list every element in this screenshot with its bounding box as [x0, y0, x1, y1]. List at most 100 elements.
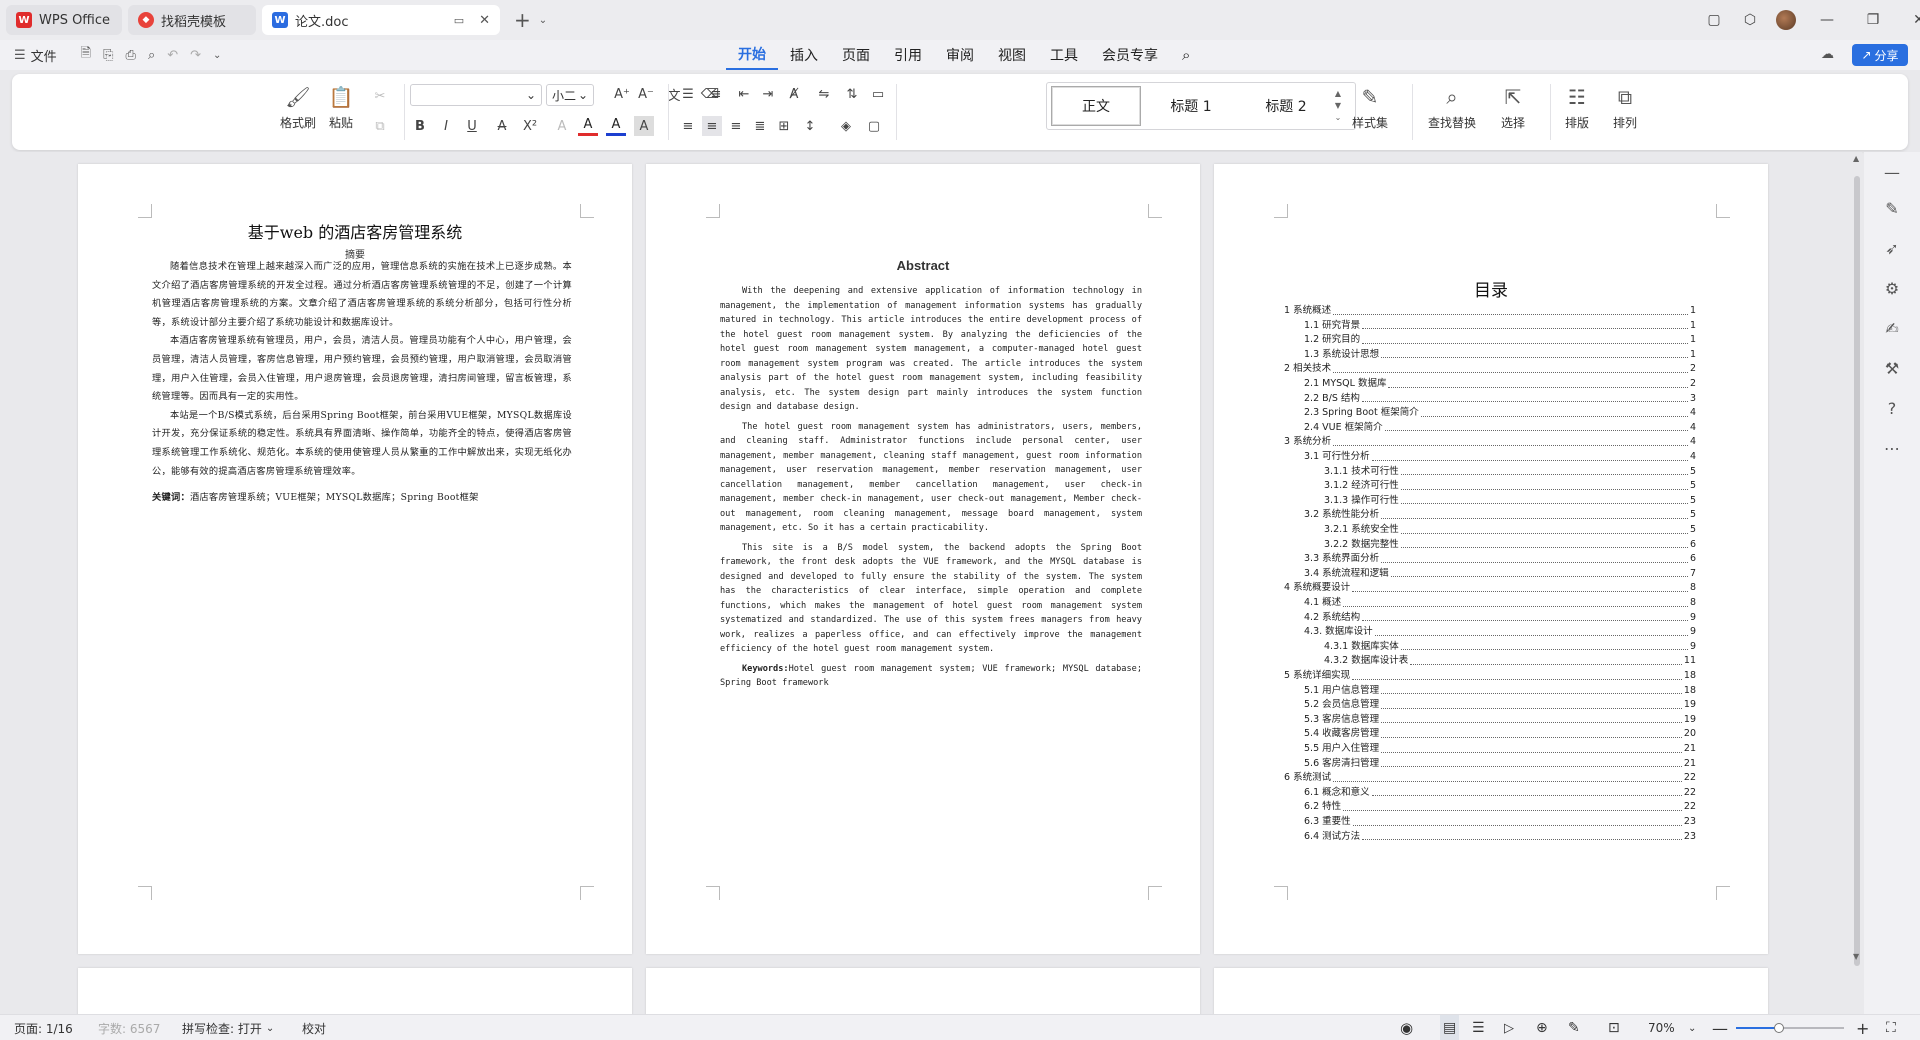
new-tab-icon[interactable]: + [514, 8, 531, 32]
tab-vip[interactable]: 会员专享 [1090, 40, 1170, 70]
page-2[interactable]: Abstract With the deepening and extensiv… [646, 164, 1200, 954]
style-heading-1[interactable]: 标题 1 [1141, 86, 1241, 126]
font-color-icon[interactable]: A [606, 116, 626, 136]
toc-entry[interactable]: 6 系统测试 22 [1284, 771, 1696, 786]
vertical-scrollbar[interactable]: ▲ ▼ [1852, 152, 1862, 1014]
numbered-list-icon[interactable]: ≡ [706, 84, 726, 104]
search-icon[interactable]: ⌕ [1170, 40, 1202, 70]
toc-entry[interactable]: 4.3.1 数据库实体 9 [1324, 640, 1696, 655]
paste-button[interactable]: 📋 粘贴 [328, 84, 354, 131]
toc-entry[interactable]: 3.1 可行性分析 4 [1304, 450, 1696, 465]
restore-tabs-icon[interactable]: ▢ [1696, 0, 1732, 40]
toc-entry[interactable]: 5.3 客房信息管理 19 [1304, 713, 1696, 728]
align-center-icon[interactable]: ≡ [702, 116, 722, 136]
tab-page[interactable]: 页面 [830, 40, 882, 70]
toc-entry[interactable]: 3.1.2 经济可行性 5 [1324, 479, 1696, 494]
toc-entry[interactable]: 1 系统概述 1 [1284, 304, 1696, 319]
shrink-font-icon[interactable]: A⁻ [636, 84, 656, 104]
tab-view[interactable]: 视图 [986, 40, 1038, 70]
style-set-button[interactable]: ✎ 样式集 [1352, 84, 1388, 131]
toc-entry[interactable]: 4 系统概要设计 8 [1284, 581, 1696, 596]
strikethrough-icon[interactable]: A [492, 116, 512, 136]
outline-view-icon[interactable]: ☰ [1472, 1015, 1485, 1040]
toc-entry[interactable]: 2.4 VUE 框架简介 4 [1304, 421, 1696, 436]
arrange-button[interactable]: ⧉ 排列 [1612, 84, 1638, 131]
fit-page-icon[interactable]: ⊡ [1608, 1015, 1620, 1040]
toc-entry[interactable]: 6.3 重要性 23 [1304, 815, 1696, 830]
toc-entry[interactable]: 4.2 系统结构 9 [1304, 611, 1696, 626]
select-button[interactable]: ⇱ 选择 [1500, 84, 1526, 131]
align-right-icon[interactable]: ≡ [726, 116, 746, 136]
highlight-icon[interactable]: A [578, 116, 598, 136]
adjust-icon[interactable]: ⚙ [1880, 276, 1904, 300]
spell-check[interactable]: 拼写检查: 打开 ⌄ [182, 1015, 274, 1040]
zoom-in-icon[interactable]: + [1856, 1015, 1869, 1040]
toc-entry[interactable]: 6.4 测试方法 23 [1304, 830, 1696, 845]
toc-entry[interactable]: 1.2 研究目的 1 [1304, 333, 1696, 348]
style-heading-2[interactable]: 标题 2 [1241, 86, 1331, 126]
page-4[interactable] [78, 968, 632, 1014]
toc-entry[interactable]: 3.2.2 数据完整性 6 [1324, 538, 1696, 553]
increase-indent-icon[interactable]: ⇥ [758, 84, 778, 104]
find-replace-button[interactable]: ⌕ 查找替换 [1428, 84, 1476, 131]
close-window-icon[interactable]: ✕ [1896, 0, 1920, 40]
toc-entry[interactable]: 3.2 系统性能分析 5 [1304, 508, 1696, 523]
sort-icon[interactable]: ⇅ [842, 84, 862, 104]
quick-access-chevron-icon[interactable]: ⌄ [213, 50, 221, 61]
zoom-slider[interactable] [1736, 1015, 1844, 1040]
bold-icon[interactable]: B [410, 116, 430, 136]
toc-entry[interactable]: 3.1.1 技术可行性 5 [1324, 465, 1696, 480]
zoom-out-icon[interactable]: — [1712, 1015, 1728, 1040]
font-size-select[interactable]: 小二 ⌄ [546, 84, 594, 106]
avatar[interactable] [1776, 10, 1796, 30]
char-shading-icon[interactable]: A [634, 116, 654, 136]
page-1[interactable]: 基于web 的酒店客房管理系统 摘要 随着信息技术在管理上越来越深入而广泛的应用… [78, 164, 632, 954]
page-3[interactable]: 目录 1 系统概述 1 1.1 研究背景 1 1.2 研究目的 1 1.3 系统设计思想 1 2… [1214, 164, 1768, 954]
toc-entry[interactable]: 2 相关技术 2 [1284, 362, 1696, 377]
layout-button[interactable]: ☷ 排版 [1564, 84, 1590, 131]
more-icon[interactable]: ⋯ [1880, 436, 1904, 460]
tab-template[interactable]: ◆ 找稻壳模板 [128, 5, 256, 35]
toc-entry[interactable]: 5 系统详细实现 18 [1284, 669, 1696, 684]
avatar-wrap[interactable] [1768, 0, 1804, 40]
toc-entry[interactable]: 5.2 会员信息管理 19 [1304, 698, 1696, 713]
zoom-chevron-icon[interactable]: ⌄ [1688, 1015, 1696, 1040]
borders-icon[interactable]: ▢ [864, 116, 884, 136]
save-icon[interactable]: 🗎 [81, 44, 91, 66]
proofread[interactable]: 校对 [302, 1015, 326, 1040]
undo-icon[interactable]: ↶ [167, 48, 178, 63]
tab-close-icon[interactable]: ✕ [479, 13, 490, 28]
toc-entry[interactable]: 3.1.3 操作可行性 5 [1324, 494, 1696, 509]
tools-icon[interactable]: ⚒ [1880, 356, 1904, 380]
tab-preview-icon[interactable]: ▭ [454, 14, 464, 27]
distribute-icon[interactable]: ⊞ [774, 116, 794, 136]
font-name-select[interactable]: ⌄ [410, 84, 542, 106]
tab-review[interactable]: 审阅 [934, 40, 986, 70]
zoom-slider-knob[interactable] [1774, 1023, 1785, 1033]
pen-icon[interactable]: ✎ [1880, 196, 1904, 220]
file-menu[interactable]: ☰ 文件 [14, 46, 57, 65]
collapse-icon[interactable]: — [1880, 160, 1904, 184]
toc-entry[interactable]: 4.3. 数据库设计 9 [1304, 625, 1696, 640]
tab-wps-office[interactable]: W WPS Office [6, 5, 122, 35]
pointer-icon[interactable]: ➶ [1880, 236, 1904, 260]
scroll-thumb[interactable] [1854, 176, 1860, 966]
tab-list-chevron-icon[interactable]: ⌄ [539, 15, 547, 26]
text-direction-icon[interactable]: Ⱥ [784, 84, 804, 104]
toc-entry[interactable]: 1.3 系统设计思想 1 [1304, 348, 1696, 363]
toc-entry[interactable]: 2.2 B/S 结构 3 [1304, 392, 1696, 407]
toc-entry[interactable]: 2.1 MYSQL 数据库 2 [1304, 377, 1696, 392]
shading-icon[interactable]: ◈ [836, 116, 856, 136]
print-preview-icon[interactable]: ⌕ [148, 48, 155, 63]
toc-entry[interactable]: 5.5 用户入住管理 21 [1304, 742, 1696, 757]
style-normal[interactable]: 正文 [1051, 86, 1141, 126]
format-painter-button[interactable]: 🖌 格式刷 [280, 84, 316, 131]
tab-insert[interactable]: 插入 [778, 40, 830, 70]
print-icon[interactable]: ⎙ [126, 48, 136, 63]
sort-swap-icon[interactable]: ⇋ [814, 84, 834, 104]
toc-entry[interactable]: 3 系统分析 4 [1284, 435, 1696, 450]
document-workspace[interactable]: 基于web 的酒店客房管理系统 摘要 随着信息技术在管理上越来越深入而广泛的应用… [0, 152, 1852, 1014]
tab-home[interactable]: 开始 [726, 40, 778, 70]
line-spacing-icon[interactable]: ↕ [800, 116, 820, 136]
toc-entry[interactable]: 5.6 客房清扫管理 21 [1304, 757, 1696, 772]
